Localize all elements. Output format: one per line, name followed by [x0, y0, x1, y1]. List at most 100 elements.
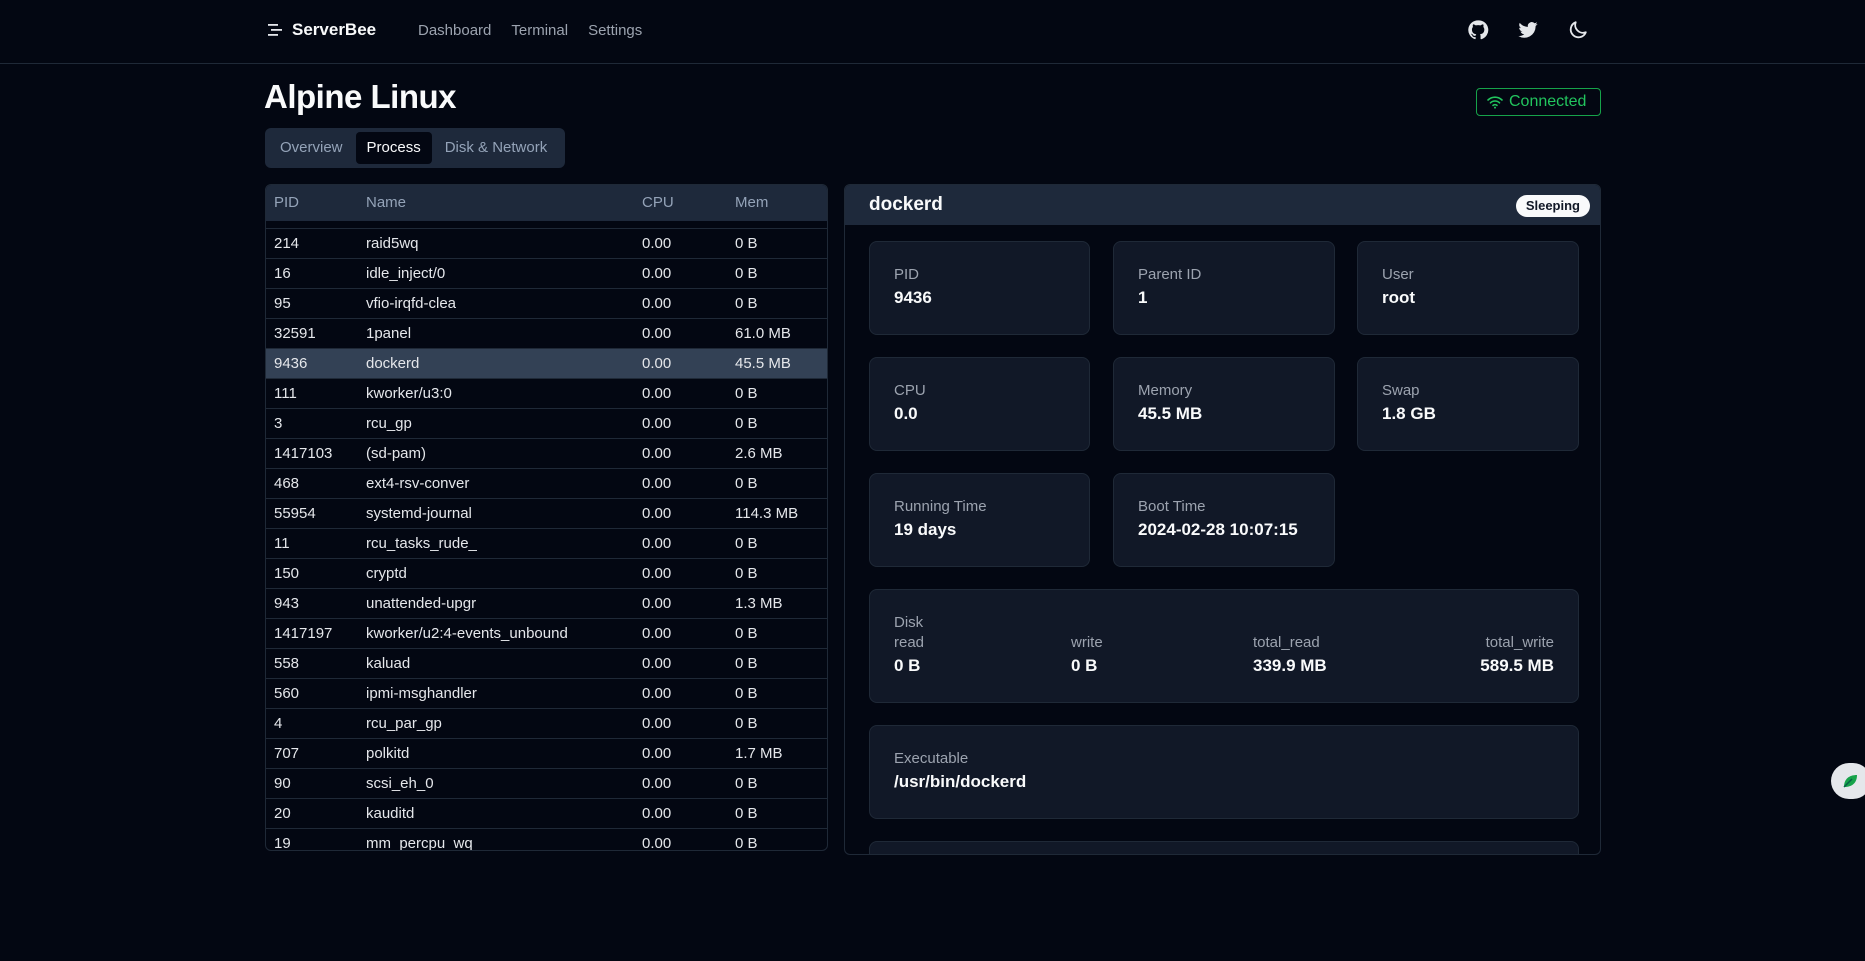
pid-card: PID 9436 — [869, 241, 1090, 335]
disk-write-label: write — [1071, 634, 1103, 651]
cell-cpu: 0.00 — [642, 475, 672, 492]
table-row[interactable]: 9436 dockerd 0.00 45.5 MB — [266, 349, 827, 379]
header-mem[interactable]: Mem — [735, 185, 768, 221]
header-name[interactable]: Name — [366, 185, 406, 221]
table-row[interactable]: 943 unattended-upgr 0.00 1.3 MB — [266, 589, 827, 619]
wifi-icon — [1487, 96, 1503, 109]
cell-pid: 214 — [274, 235, 300, 252]
cell-pid: 468 — [274, 475, 300, 492]
table-row[interactable]: 3 rcu_gp 0.00 0 B — [266, 409, 827, 439]
memory-value: 45.5 MB — [1138, 404, 1203, 423]
disk-total-read-label: total_read — [1253, 634, 1320, 651]
table-row[interactable]: 4 rcu_par_gp 0.00 0 B — [266, 709, 827, 739]
tab-disk-network[interactable]: Disk & Network — [434, 132, 559, 164]
disk-write-value: 0 B — [1071, 656, 1098, 675]
process-table-body[interactable]: 55945 systemd-network 0.00 116.0 KB 214 raid5… — [266, 221, 827, 850]
cell-mem: 1.7 MB — [735, 745, 783, 762]
cell-mem: 0 B — [735, 565, 758, 582]
cell-name: rcu_par_gp — [366, 715, 442, 732]
nav-link-dashboard[interactable]: Dashboard — [418, 22, 491, 39]
cell-cpu: 0.00 — [642, 445, 672, 462]
cell-cpu: 0.00 — [642, 415, 672, 432]
table-row[interactable]: 214 raid5wq 0.00 0 B — [266, 229, 827, 259]
table-row[interactable]: 1417197 kworker/u2:4-events_unbound 0.00 0 … — [266, 619, 827, 649]
status-badge: Sleeping — [1515, 195, 1590, 217]
twitter-icon[interactable] — [1516, 18, 1540, 42]
swap-card: Swap 1.8 GB — [1357, 357, 1579, 451]
cell-cpu: 0.00 — [642, 295, 672, 312]
table-row[interactable]: 95 vfio-irqfd-clea 0.00 0 B — [266, 289, 827, 319]
user-label: User — [1382, 266, 1414, 283]
parent-id-value: 1 — [1138, 288, 1148, 307]
table-row[interactable]: 32591 1panel 0.00 61.0 MB — [266, 319, 827, 349]
header-pid[interactable]: PID — [274, 185, 299, 221]
cell-mem: 0 B — [735, 625, 758, 642]
cell-mem: 0 B — [735, 655, 758, 672]
cell-mem: 0 B — [735, 775, 758, 792]
cell-name: cryptd — [366, 565, 407, 582]
detail-title: dockerd — [869, 194, 943, 215]
connection-status-text: Connected — [1509, 93, 1587, 110]
cell-cpu: 0.00 — [642, 805, 672, 822]
moon-icon[interactable] — [1566, 18, 1590, 42]
cpu-card: CPU 0.0 — [869, 357, 1090, 451]
table-row[interactable]: 707 polkitd 0.00 1.7 MB — [266, 739, 827, 769]
cell-cpu: 0.00 — [642, 715, 672, 732]
nav-link-settings[interactable]: Settings — [588, 22, 642, 39]
boot-time-value: 2024-02-28 10:07:15 — [1138, 520, 1298, 539]
cpu-value: 0.0 — [894, 404, 918, 423]
cell-mem: 2.6 MB — [735, 445, 783, 462]
memory-label: Memory — [1138, 382, 1193, 399]
cell-pid: 558 — [274, 655, 300, 672]
cell-cpu: 0.00 — [642, 655, 672, 672]
cell-pid: 9436 — [274, 355, 308, 372]
table-row[interactable]: 1417103 (sd-pam) 0.00 2.6 MB — [266, 439, 827, 469]
table-row[interactable]: 20 kauditd 0.00 0 B — [266, 799, 827, 829]
cell-pid: 1417197 — [274, 625, 333, 642]
cell-pid: 560 — [274, 685, 300, 702]
cell-name: ipmi-msghandler — [366, 685, 477, 702]
top-nav: ServerBee Dashboard Terminal Settings — [0, 0, 1865, 64]
tab-process[interactable]: Process — [355, 132, 432, 164]
brand[interactable]: ServerBee — [268, 20, 376, 40]
disk-total-write-value: 589.5 MB — [1480, 656, 1554, 675]
table-row[interactable]: 55954 systemd-journal 0.00 114.3 MB — [266, 499, 827, 529]
cell-name: kauditd — [366, 805, 415, 822]
cell-pid: 4 — [274, 715, 283, 732]
table-row[interactable]: 111 kworker/u3:0 0.00 0 B — [266, 379, 827, 409]
table-row[interactable]: 560 ipmi-msghandler 0.00 0 B — [266, 679, 827, 709]
table-row[interactable]: 558 kaluad 0.00 0 B — [266, 649, 827, 679]
parent-id-card: Parent ID 1 — [1113, 241, 1335, 335]
cell-mem: 114.3 MB — [735, 505, 799, 522]
table-row[interactable]: 55945 systemd-network 0.00 116.0 KB — [266, 221, 827, 229]
side-widget-button[interactable] — [1831, 763, 1865, 799]
cell-pid: 32591 — [274, 325, 316, 342]
cell-name: mm_percpu_wq — [366, 835, 473, 850]
cell-name: systemd-network — [366, 221, 479, 228]
cell-pid: 707 — [274, 745, 300, 762]
header-cpu[interactable]: CPU — [642, 185, 674, 221]
tab-overview[interactable]: Overview — [269, 132, 354, 164]
table-row[interactable]: 90 scsi_eh_0 0.00 0 B — [266, 769, 827, 799]
cell-mem: 0 B — [735, 295, 758, 312]
github-icon[interactable] — [1466, 18, 1490, 42]
cell-name: kworker/u2:4-events_unbound — [366, 625, 568, 642]
user-value: root — [1382, 288, 1416, 307]
cell-cpu: 0.00 — [642, 535, 672, 552]
cell-mem: 116.0 KB — [735, 221, 796, 228]
cell-mem: 0 B — [735, 415, 758, 432]
table-row[interactable]: 16 idle_inject/0 0.00 0 B — [266, 259, 827, 289]
cell-mem: 0 B — [735, 835, 758, 850]
cell-name: rcu_tasks_rude_ — [366, 535, 477, 552]
cell-mem: 0 B — [735, 475, 758, 492]
cell-cpu: 0.00 — [642, 265, 672, 282]
menu-icon[interactable] — [268, 23, 282, 37]
table-row[interactable]: 150 cryptd 0.00 0 B — [266, 559, 827, 589]
table-row[interactable]: 11 rcu_tasks_rude_ 0.00 0 B — [266, 529, 827, 559]
cell-name: unattended-upgr — [366, 595, 477, 612]
table-row[interactable]: 19 mm_percpu_wq 0.00 0 B — [266, 829, 827, 850]
brand-name: ServerBee — [292, 20, 377, 39]
nav-link-terminal[interactable]: Terminal — [511, 22, 568, 39]
table-row[interactable]: 468 ext4-rsv-conver 0.00 0 B — [266, 469, 827, 499]
cell-name: scsi_eh_0 — [366, 775, 434, 792]
